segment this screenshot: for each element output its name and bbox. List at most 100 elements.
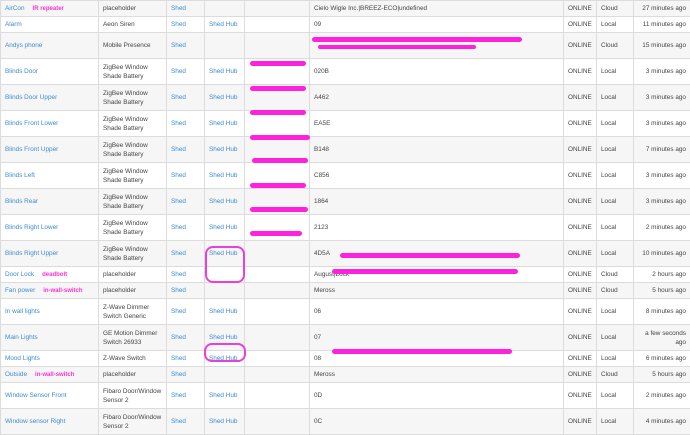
hub-cell[interactable]	[205, 283, 245, 299]
device-name-cell[interactable]: Main Lights	[1, 325, 99, 351]
location-link[interactable]: Shed	[171, 418, 186, 425]
location-cell[interactable]: Shed	[167, 163, 205, 189]
location-cell[interactable]: Shed	[167, 383, 205, 409]
location-link[interactable]: Shed	[171, 172, 186, 179]
device-name-link[interactable]: Blinds Right Upper	[5, 250, 58, 257]
hub-link[interactable]: Shed Hub	[209, 418, 237, 425]
device-name-cell[interactable]: Window sensor Right	[1, 409, 99, 435]
location-cell[interactable]: Shed	[167, 17, 205, 33]
hub-link[interactable]: Shed Hub	[209, 198, 237, 205]
hub-cell[interactable]: Shed Hub	[205, 215, 245, 241]
location-cell[interactable]: Shed	[167, 267, 205, 283]
device-name-link[interactable]: Blinds Door	[5, 68, 38, 75]
device-name-cell[interactable]: Fan powerin-wall-switch	[1, 283, 99, 299]
location-cell[interactable]: Shed	[167, 59, 205, 85]
location-cell[interactable]: Shed	[167, 299, 205, 325]
location-cell[interactable]: Shed	[167, 1, 205, 17]
location-cell[interactable]: Shed	[167, 283, 205, 299]
device-name-link[interactable]: Fan power	[5, 287, 35, 294]
hub-cell[interactable]: Shed Hub	[205, 85, 245, 111]
location-cell[interactable]: Shed	[167, 137, 205, 163]
location-cell[interactable]: Shed	[167, 85, 205, 111]
hub-link[interactable]: Shed Hub	[209, 334, 237, 341]
location-cell[interactable]: Shed	[167, 33, 205, 59]
device-name-link[interactable]: Andys phone	[5, 42, 42, 49]
hub-cell[interactable]: Shed Hub	[205, 59, 245, 85]
hub-link[interactable]: Shed Hub	[209, 68, 237, 75]
location-link[interactable]: Shed	[171, 68, 186, 75]
location-link[interactable]: Shed	[171, 224, 186, 231]
device-name-link[interactable]: Main Lights	[5, 334, 38, 341]
hub-cell[interactable]: Shed Hub	[205, 137, 245, 163]
location-cell[interactable]: Shed	[167, 215, 205, 241]
hub-cell[interactable]	[205, 267, 245, 283]
location-link[interactable]: Shed	[171, 198, 186, 205]
device-name-cell[interactable]: Blinds Rear	[1, 189, 99, 215]
device-name-cell[interactable]: Blinds Door	[1, 59, 99, 85]
location-link[interactable]: Shed	[171, 5, 186, 12]
location-link[interactable]: Shed	[171, 120, 186, 127]
location-link[interactable]: Shed	[171, 355, 186, 362]
device-name-link[interactable]: Blinds Door Upper	[5, 94, 57, 101]
location-link[interactable]: Shed	[171, 371, 186, 378]
device-name-link[interactable]: Door Lock	[5, 271, 34, 278]
device-name-link[interactable]: Blinds Left	[5, 172, 35, 179]
hub-link[interactable]: Shed Hub	[209, 172, 237, 179]
device-name-link[interactable]: Window Sensor Front	[5, 392, 66, 399]
device-name-cell[interactable]: Mood Lights	[1, 351, 99, 367]
device-name-cell[interactable]: Blinds Door Upper	[1, 85, 99, 111]
device-name-cell[interactable]: In wall lights	[1, 299, 99, 325]
location-link[interactable]: Shed	[171, 287, 186, 294]
location-link[interactable]: Shed	[171, 146, 186, 153]
location-cell[interactable]: Shed	[167, 409, 205, 435]
hub-cell[interactable]: Shed Hub	[205, 351, 245, 367]
hub-cell[interactable]: Shed Hub	[205, 241, 245, 267]
hub-cell[interactable]: Shed Hub	[205, 383, 245, 409]
device-name-link[interactable]: Window sensor Right	[5, 418, 65, 425]
hub-cell[interactable]: Shed Hub	[205, 189, 245, 215]
device-name-cell[interactable]: Blinds Right Upper	[1, 241, 99, 267]
location-link[interactable]: Shed	[171, 250, 186, 257]
hub-cell[interactable]	[205, 33, 245, 59]
device-name-cell[interactable]: Alarm	[1, 17, 99, 33]
hub-link[interactable]: Shed Hub	[209, 308, 237, 315]
location-link[interactable]: Shed	[171, 21, 186, 28]
device-name-cell[interactable]: Blinds Front Upper	[1, 137, 99, 163]
device-name-link[interactable]: Mood Lights	[5, 355, 40, 362]
hub-link[interactable]: Shed Hub	[209, 21, 237, 28]
device-name-cell[interactable]: Door Lockdeadbolt	[1, 267, 99, 283]
device-name-cell[interactable]: Blinds Left	[1, 163, 99, 189]
hub-cell[interactable]: Shed Hub	[205, 299, 245, 325]
device-name-cell[interactable]: Outsidein-wall-switch	[1, 367, 99, 383]
hub-cell[interactable]: Shed Hub	[205, 409, 245, 435]
hub-link[interactable]: Shed Hub	[209, 250, 237, 257]
device-name-link[interactable]: AirCon	[5, 5, 25, 12]
hub-link[interactable]: Shed Hub	[209, 120, 237, 127]
location-link[interactable]: Shed	[171, 94, 186, 101]
device-name-cell[interactable]: Blinds Right Lower	[1, 215, 99, 241]
hub-cell[interactable]	[205, 1, 245, 17]
device-name-link[interactable]: In wall lights	[5, 308, 40, 315]
hub-cell[interactable]: Shed Hub	[205, 17, 245, 33]
device-name-cell[interactable]: Window Sensor Front	[1, 383, 99, 409]
location-link[interactable]: Shed	[171, 392, 186, 399]
hub-cell[interactable]: Shed Hub	[205, 111, 245, 137]
location-cell[interactable]: Shed	[167, 189, 205, 215]
location-cell[interactable]: Shed	[167, 351, 205, 367]
hub-cell[interactable]	[205, 367, 245, 383]
location-link[interactable]: Shed	[171, 334, 186, 341]
hub-cell[interactable]: Shed Hub	[205, 325, 245, 351]
location-cell[interactable]: Shed	[167, 367, 205, 383]
hub-link[interactable]: Shed Hub	[209, 224, 237, 231]
device-name-link[interactable]: Blinds Rear	[5, 198, 38, 205]
device-name-cell[interactable]: AirConIR repeater	[1, 1, 99, 17]
device-name-link[interactable]: Blinds Front Lower	[5, 120, 58, 127]
hub-link[interactable]: Shed Hub	[209, 355, 237, 362]
hub-link[interactable]: Shed Hub	[209, 146, 237, 153]
device-name-link[interactable]: Outside	[5, 371, 27, 378]
location-link[interactable]: Shed	[171, 271, 186, 278]
location-cell[interactable]: Shed	[167, 111, 205, 137]
location-link[interactable]: Shed	[171, 308, 186, 315]
device-name-link[interactable]: Blinds Front Upper	[5, 146, 58, 153]
hub-link[interactable]: Shed Hub	[209, 94, 237, 101]
